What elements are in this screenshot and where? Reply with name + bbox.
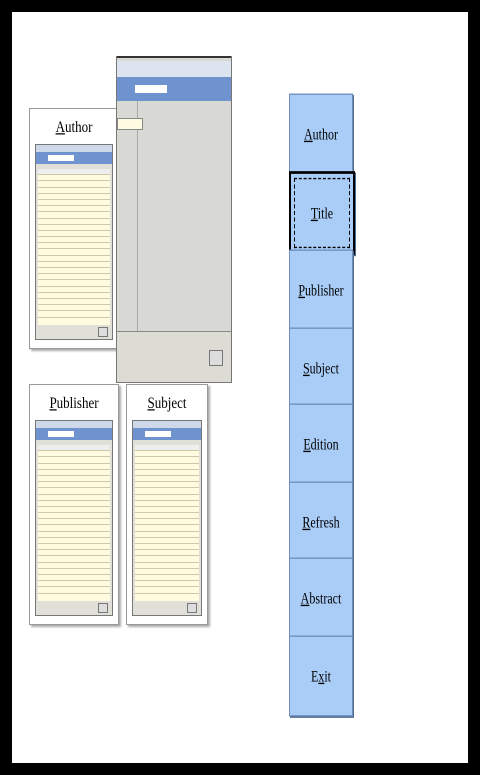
author-form-thumbnail: Author [29,108,119,349]
search-input[interactable] [48,431,74,437]
search-band [36,152,112,164]
button-label: Refresh [302,511,340,531]
button-label: Author [303,123,338,143]
subject-button[interactable]: Subject [289,327,353,409]
button-label: Edition [303,433,339,453]
button-label: Publisher [298,279,344,299]
thumbnail-title: Subject [147,393,187,412]
focus-ring [294,177,350,249]
form-window [132,420,202,616]
author-button[interactable]: Author [289,93,353,175]
document-canvas: Author Publisher Subject Author Title Pu… [12,12,468,763]
form-footer [38,327,110,337]
button-label: Exit [310,665,331,685]
subject-form-thumbnail: Subject [126,384,208,625]
search-band [117,77,231,101]
results-grid [38,445,110,601]
results-grid [38,169,110,325]
form-title-bar [36,421,112,428]
search-band [133,428,201,440]
publisher-button[interactable]: Publisher [289,249,353,331]
form-footer [135,603,199,613]
footer-button[interactable] [209,350,223,366]
form-window [35,144,113,340]
exit-button[interactable]: Exit [289,635,353,717]
search-input[interactable] [48,155,74,161]
footer-button[interactable] [98,603,108,613]
footer-button[interactable] [187,603,197,613]
form-title-bar [36,145,112,152]
abstract-button[interactable]: Abstract [289,557,353,639]
grid-row[interactable] [135,587,199,594]
thumbnail-title: Publisher [49,393,99,412]
button-label: Subject [302,357,339,377]
window-top-border [117,56,231,58]
thumbnail-title: Author [55,117,93,136]
form-title-bar [133,421,201,428]
form-title-bar [117,61,231,77]
button-label: Abstract [300,587,342,607]
search-band [36,428,112,440]
search-input[interactable] [135,85,167,93]
form-window [35,420,113,616]
form-footer [38,603,110,613]
footer-button[interactable] [98,327,108,337]
grid-row[interactable] [38,311,110,318]
title-button[interactable]: Title [289,171,355,255]
grid-row[interactable] [38,587,110,594]
refresh-button[interactable]: Refresh [289,481,353,563]
field-cell[interactable] [117,118,143,130]
search-form-window [116,56,232,383]
search-input[interactable] [145,431,171,437]
edition-button[interactable]: Edition [289,403,353,485]
form-footer [117,331,231,382]
column-divider [137,101,138,332]
results-grid [135,445,199,601]
publisher-form-thumbnail: Publisher [29,384,119,625]
